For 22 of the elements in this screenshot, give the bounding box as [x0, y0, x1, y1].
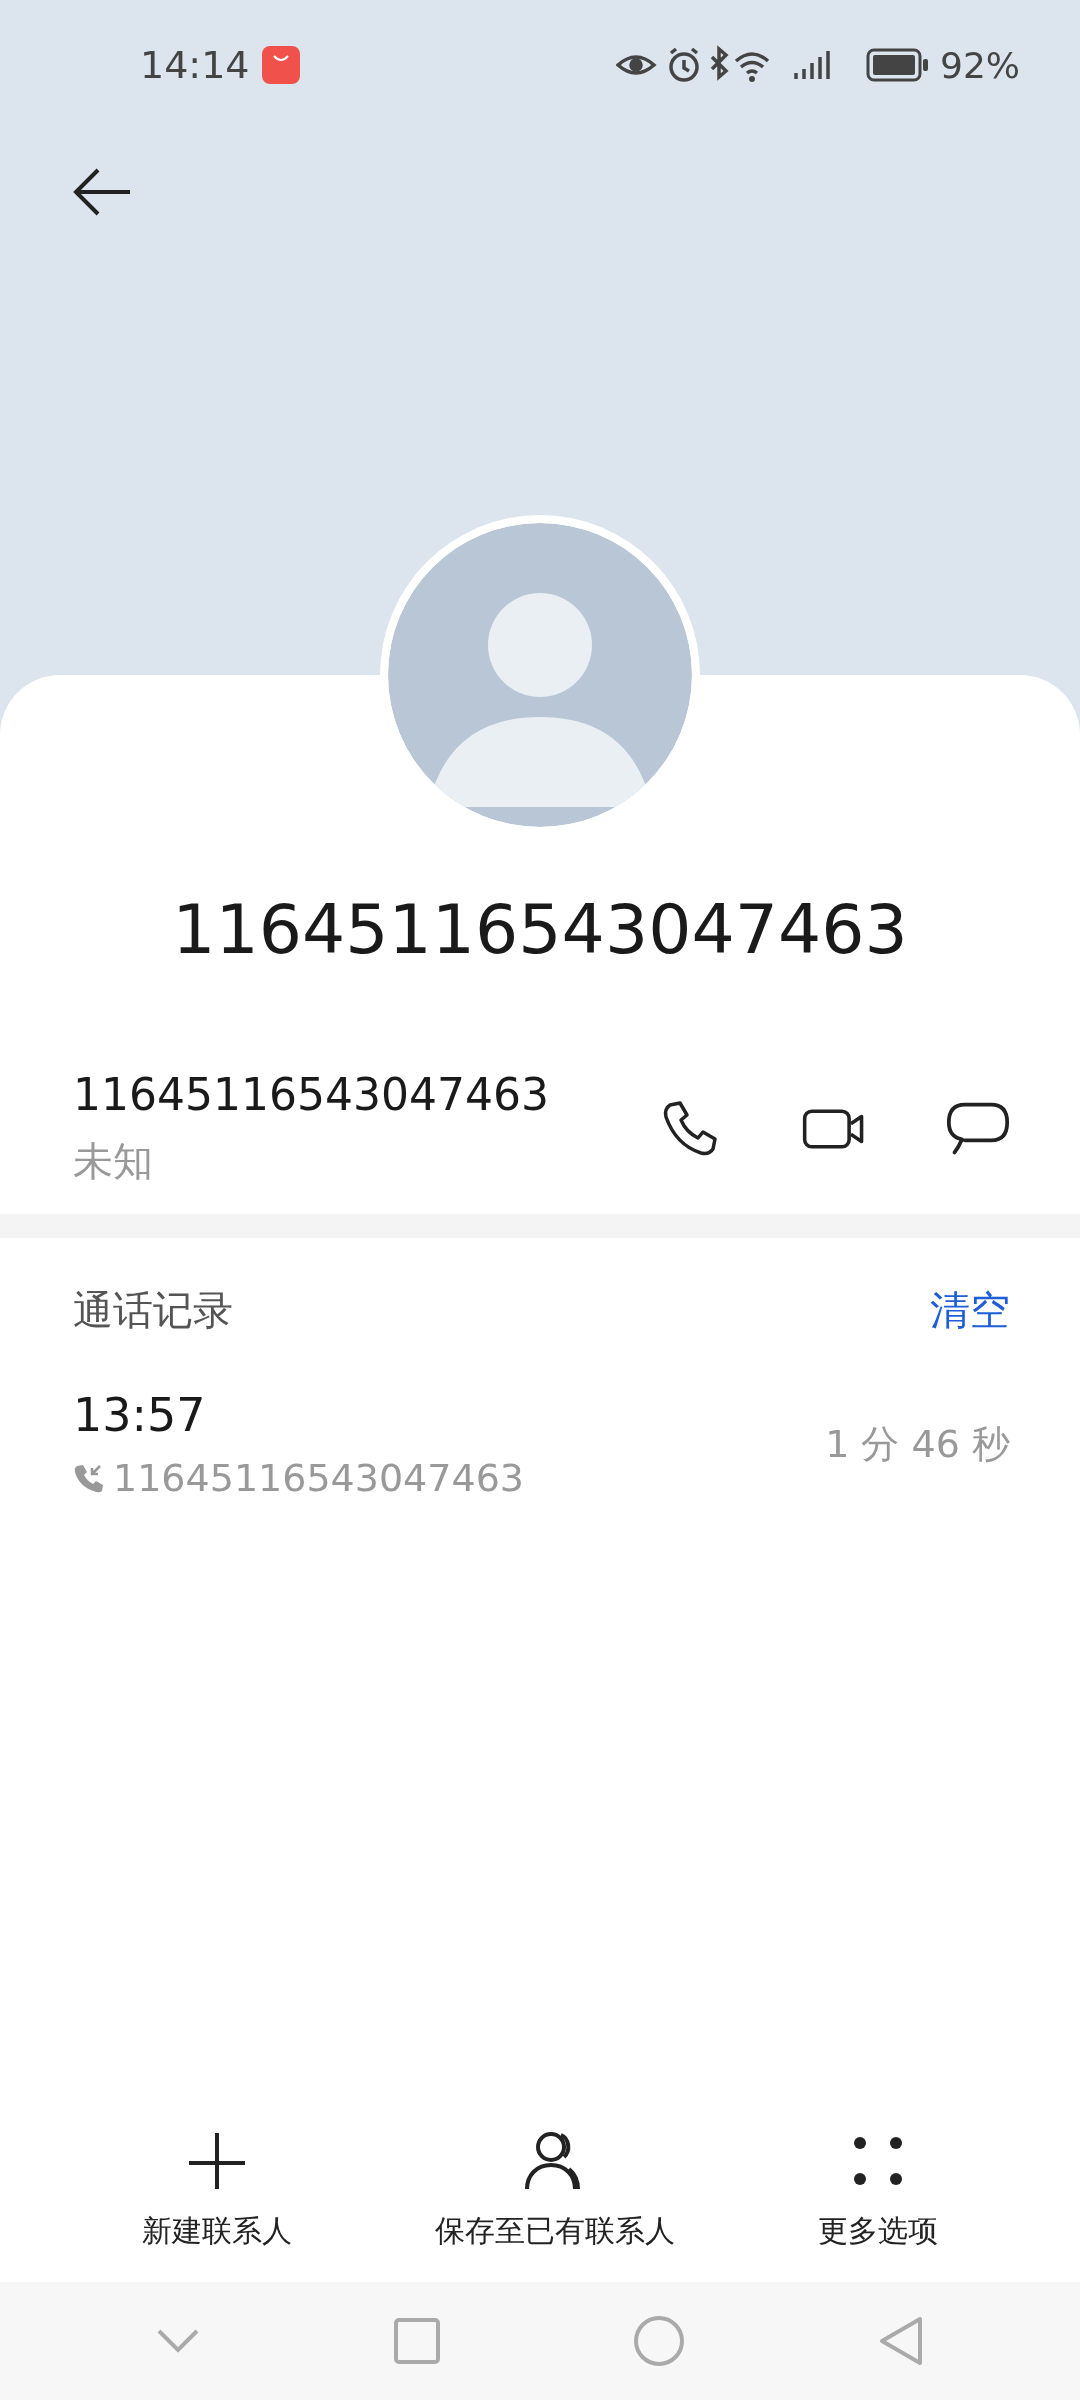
- eye-icon: [616, 55, 656, 75]
- app-icon: [261, 46, 300, 84]
- action-button[interactable]: 新建联系人: [141, 2129, 292, 2252]
- action-button[interactable]: 更多选项: [818, 2129, 939, 2252]
- battery-percent: 92%: [940, 44, 1020, 86]
- call-time: 13:57: [73, 1388, 207, 1442]
- clear-button[interactable]: 清空: [930, 1283, 1010, 1338]
- action-button[interactable]: 保存至已有联系人: [435, 2129, 675, 2252]
- status-time: 14:14: [140, 43, 250, 87]
- signal-icon: [794, 49, 830, 81]
- number-label: 未知: [73, 1137, 154, 1186]
- battery-icon: [866, 48, 930, 82]
- alarm-icon: [669, 47, 699, 82]
- call-duration: 1 分 46 秒: [825, 1420, 1010, 1468]
- incoming-call-icon: [73, 1463, 103, 1493]
- contact-title: 11645116543047463: [171, 890, 909, 969]
- avatar-icon: [388, 523, 692, 827]
- call-log-title: 通话记录: [73, 1286, 233, 1335]
- bluetooth-icon: [710, 45, 729, 81]
- phone-number: 11645116543047463: [73, 1069, 550, 1120]
- wifi-icon: [734, 52, 770, 82]
- call-number: 11645116543047463: [113, 1456, 524, 1500]
